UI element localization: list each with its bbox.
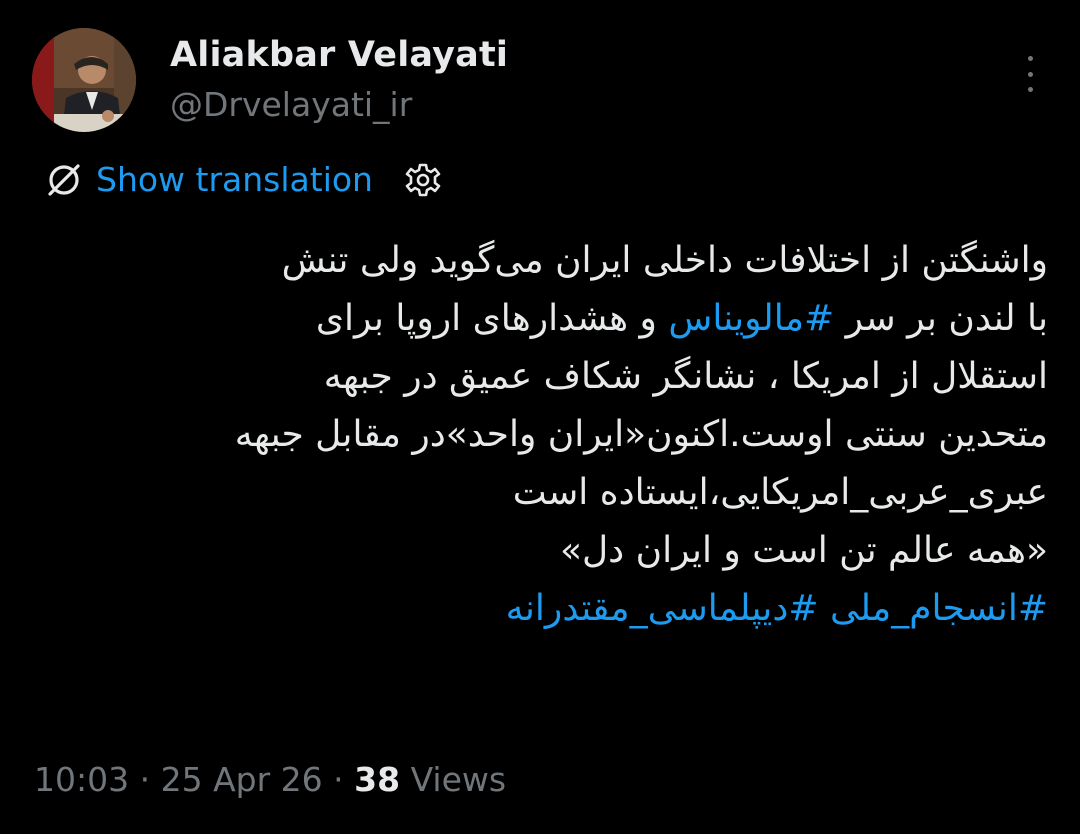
tweet-line: #انسجام_ملی #دیپلماسی_مقتدرانه bbox=[38, 580, 1048, 638]
tweet-text: واشنگتن از اختلافات داخلی ایران می‌گوید … bbox=[38, 232, 1048, 638]
display-name[interactable]: Aliakbar Velayati bbox=[170, 32, 508, 78]
tweet-line: متحدین سنتی اوست.اکنون«ایران واحد»در مقا… bbox=[234, 414, 1048, 455]
tweet-line: عبری_عربی_امریکایی،ایستاده است bbox=[512, 472, 1048, 513]
tweet-meta: 10:03 · 25 Apr 26 · 38 Views bbox=[34, 758, 506, 802]
tweet-line: «همه عالم تن است و ایران دل» bbox=[559, 530, 1048, 571]
meta-separator: · bbox=[322, 760, 355, 799]
more-options-button[interactable] bbox=[1020, 56, 1040, 92]
tweet-line: با لندن بر سر #مالویناس و هشدارهای اروپا… bbox=[38, 290, 1048, 348]
tweet-line: استقلال از امریکا ، نشانگر شکاف عمیق در … bbox=[323, 356, 1048, 397]
avatar[interactable] bbox=[32, 28, 136, 132]
show-translation-link[interactable]: Show translation bbox=[96, 158, 373, 202]
gear-icon[interactable] bbox=[403, 160, 443, 200]
tweet-text-segment: و هشدارهای اروپا برای bbox=[315, 298, 669, 339]
tweet-line: واشنگتن از اختلافات داخلی ایران می‌گوید … bbox=[281, 240, 1048, 281]
more-vertical-icon-dot bbox=[1027, 71, 1033, 77]
profile-photo bbox=[32, 28, 136, 132]
translate-icon bbox=[48, 164, 80, 196]
views-count: 38 bbox=[354, 760, 401, 799]
user-handle[interactable]: @Drvelayati_ir bbox=[170, 82, 508, 128]
tweet-text-segment: با لندن بر سر bbox=[834, 298, 1048, 339]
tweet-date[interactable]: 25 Apr 26 bbox=[161, 760, 323, 799]
views-label: Views bbox=[400, 760, 507, 799]
meta-separator: · bbox=[129, 760, 161, 799]
hashtag-link[interactable]: #انسجام_ملی bbox=[830, 588, 1048, 629]
author-names: Aliakbar Velayati @Drvelayati_ir bbox=[170, 32, 508, 128]
more-vertical-icon-dot bbox=[1027, 87, 1033, 92]
more-vertical-icon bbox=[1027, 56, 1033, 61]
tweet-header: Aliakbar Velayati @Drvelayati_ir bbox=[32, 28, 1048, 138]
tweet-time[interactable]: 10:03 bbox=[34, 760, 129, 799]
translation-row: Show translation bbox=[44, 158, 443, 202]
hashtag-link[interactable]: #دیپلماسی_مقتدرانه bbox=[506, 588, 819, 629]
hashtag-link[interactable]: #مالویناس bbox=[668, 298, 834, 339]
